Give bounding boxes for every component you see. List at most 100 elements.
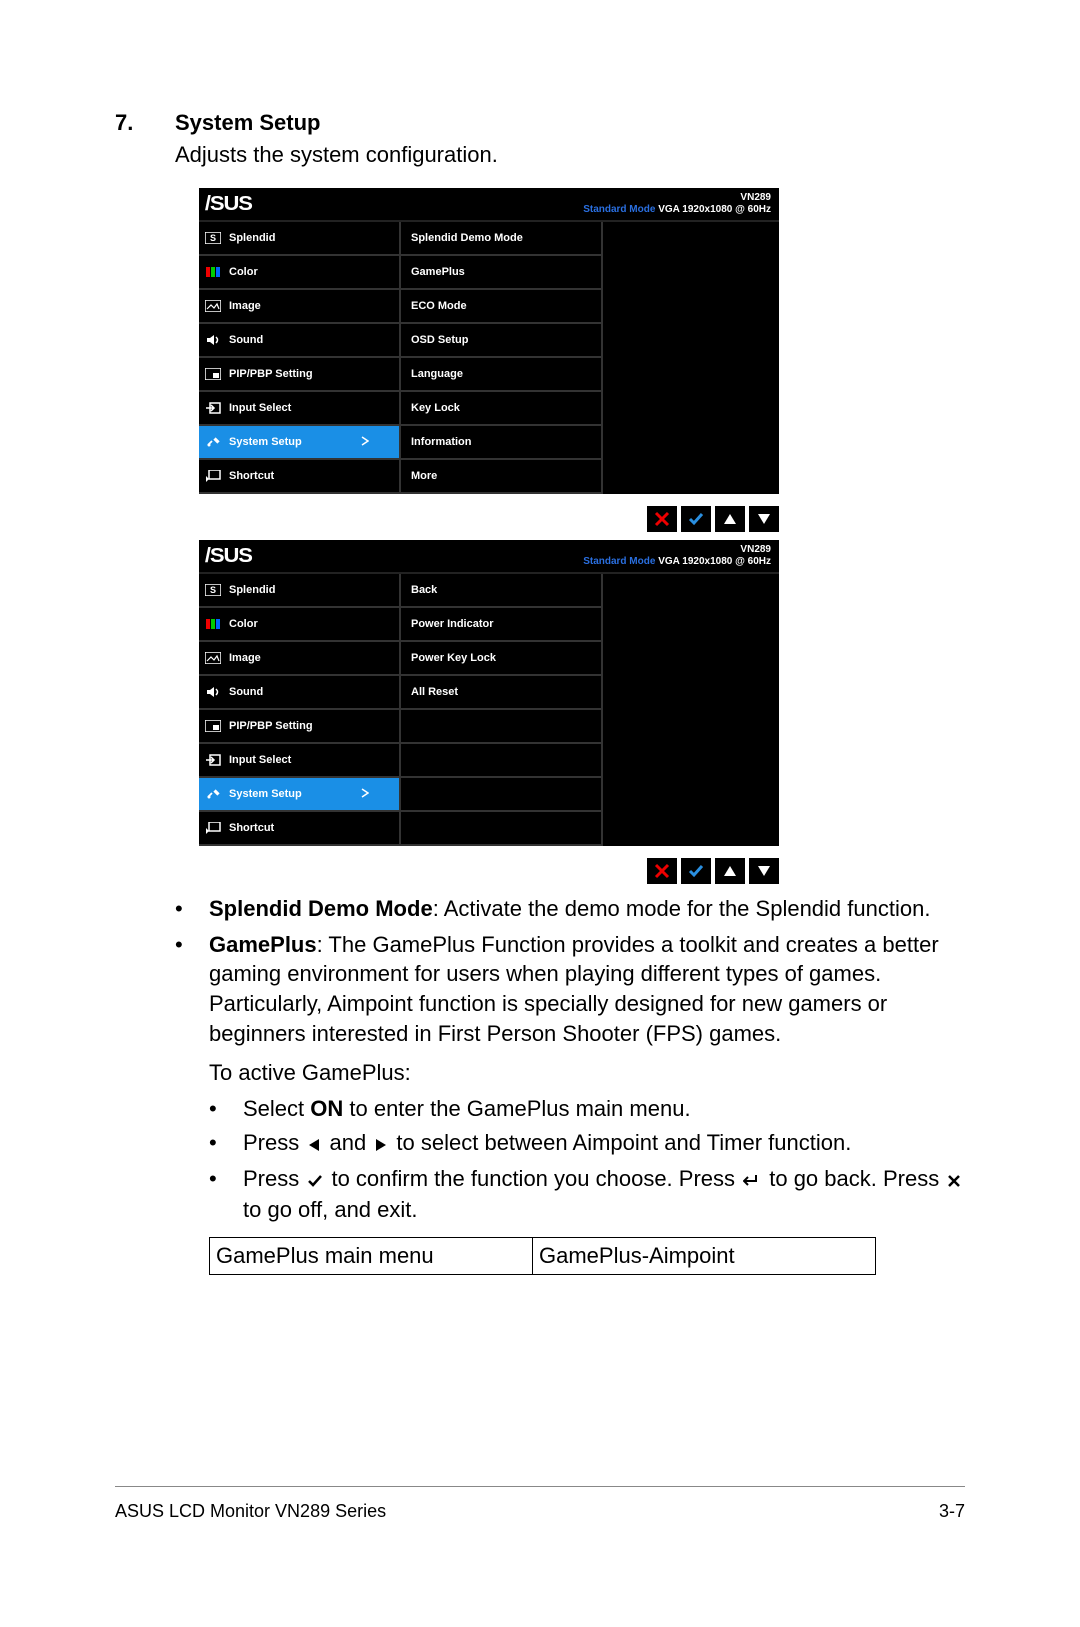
submenu-item-empty bbox=[401, 812, 601, 846]
submenu-item-gameplus: GamePlus bbox=[401, 256, 601, 290]
submenu-item-all-reset: All Reset bbox=[401, 676, 601, 710]
s-icon: S bbox=[205, 584, 221, 596]
menu-item-splendid: S Splendid bbox=[199, 222, 399, 256]
menu-item-label: System Setup bbox=[229, 788, 302, 800]
submenu-item-back: Back bbox=[401, 574, 601, 608]
section-title: System Setup bbox=[175, 110, 321, 136]
submenu-item-language: Language bbox=[401, 358, 601, 392]
menu-item-input-select: Input Select bbox=[199, 744, 399, 778]
menu-item-input-select: Input Select bbox=[199, 392, 399, 426]
menu-item-label: PIP/PBP Setting bbox=[229, 368, 313, 380]
asus-logo: /SUS bbox=[205, 193, 252, 216]
menu-item-system-setup: System Setup bbox=[199, 778, 399, 812]
submenu-item-eco-mode: ECO Mode bbox=[401, 290, 601, 324]
sound-icon bbox=[205, 686, 221, 698]
svg-text:S: S bbox=[210, 233, 216, 243]
check-icon bbox=[681, 858, 711, 884]
menu-item-label: Input Select bbox=[229, 402, 291, 414]
submenu-item-empty bbox=[401, 744, 601, 778]
close-icon bbox=[647, 506, 677, 532]
sub-bullet-press-confirm: • Press to confirm the function you choo… bbox=[209, 1164, 965, 1225]
color-icon bbox=[205, 266, 221, 278]
menu-item-label: Color bbox=[229, 618, 258, 630]
osd-screenshot-2: /SUS VN289 Standard Mode VGA 1920x1080 @… bbox=[199, 540, 965, 884]
model-label: VN289 bbox=[583, 192, 771, 204]
input-icon bbox=[205, 402, 221, 414]
osd-nav-buttons bbox=[199, 506, 779, 532]
sub-bullet-press-arrows: • Press and to select between Aimpoint a… bbox=[209, 1128, 965, 1160]
chevron-right-icon bbox=[361, 788, 369, 801]
back-icon bbox=[743, 1166, 761, 1196]
image-icon bbox=[205, 300, 221, 312]
submenu-item-osd-setup: OSD Setup bbox=[401, 324, 601, 358]
close-icon bbox=[647, 858, 677, 884]
menu-item-label: Splendid bbox=[229, 584, 275, 596]
submenu-item-key-lock: Key Lock bbox=[401, 392, 601, 426]
menu-item-label: Sound bbox=[229, 686, 263, 698]
menu-item-system-setup: System Setup bbox=[199, 426, 399, 460]
submenu-item-splendid-demo-mode: Splendid Demo Mode bbox=[401, 222, 601, 256]
table-cell-aimpoint: GamePlus-Aimpoint bbox=[533, 1237, 876, 1274]
menu-item-sound: Sound bbox=[199, 324, 399, 358]
table-cell-main-menu: GamePlus main menu bbox=[210, 1237, 533, 1274]
chevron-right-icon bbox=[361, 436, 369, 449]
setup-icon bbox=[205, 788, 221, 800]
down-icon bbox=[749, 858, 779, 884]
bullet-gameplus: • GamePlus: The GamePlus Function provid… bbox=[175, 930, 965, 1049]
submenu-item-empty bbox=[401, 710, 601, 744]
left-arrow-icon bbox=[307, 1130, 321, 1160]
menu-item-label: Image bbox=[229, 300, 261, 312]
check-icon bbox=[681, 506, 711, 532]
model-label: VN289 bbox=[583, 544, 771, 556]
check-icon bbox=[307, 1166, 323, 1196]
osd-header-info: VN289 Standard Mode VGA 1920x1080 @ 60Hz bbox=[583, 192, 771, 216]
menu-item-pip-pbp-setting: PIP/PBP Setting bbox=[199, 710, 399, 744]
color-icon bbox=[205, 618, 221, 630]
menu-item-image: Image bbox=[199, 290, 399, 324]
sound-icon bbox=[205, 334, 221, 346]
menu-item-label: PIP/PBP Setting bbox=[229, 720, 313, 732]
shortcut-icon bbox=[205, 822, 221, 834]
shortcut-icon bbox=[205, 470, 221, 482]
menu-item-label: System Setup bbox=[229, 436, 302, 448]
page-footer: ASUS LCD Monitor VN289 Series 3-7 bbox=[115, 1486, 965, 1522]
pip-icon bbox=[205, 720, 221, 732]
submenu-item-power-indicator: Power Indicator bbox=[401, 608, 601, 642]
menu-item-splendid: S Splendid bbox=[199, 574, 399, 608]
sub-bullet-select-on: • Select ON to enter the GamePlus main m… bbox=[209, 1094, 965, 1124]
right-arrow-icon bbox=[374, 1130, 388, 1160]
menu-item-label: Color bbox=[229, 266, 258, 278]
menu-item-label: Splendid bbox=[229, 232, 275, 244]
section-number: 7. bbox=[115, 110, 175, 136]
footer-right: 3-7 bbox=[939, 1501, 965, 1522]
asus-logo: /SUS bbox=[205, 545, 252, 568]
up-icon bbox=[715, 858, 745, 884]
image-icon bbox=[205, 652, 221, 664]
osd-header-info: VN289 Standard Mode VGA 1920x1080 @ 60Hz bbox=[583, 544, 771, 568]
submenu-item-more: More bbox=[401, 460, 601, 494]
menu-item-label: Input Select bbox=[229, 754, 291, 766]
menu-item-label: Sound bbox=[229, 334, 263, 346]
gameplus-intro: To active GamePlus: bbox=[209, 1058, 965, 1088]
menu-item-shortcut: Shortcut bbox=[199, 460, 399, 494]
svg-text:S: S bbox=[210, 585, 216, 595]
menu-item-image: Image bbox=[199, 642, 399, 676]
bullet-splendid-demo: • Splendid Demo Mode: Activate the demo … bbox=[175, 894, 965, 924]
osd-nav-buttons bbox=[199, 858, 779, 884]
menu-item-label: Shortcut bbox=[229, 822, 274, 834]
menu-item-color: Color bbox=[199, 256, 399, 290]
osd-screenshot-1: /SUS VN289 Standard Mode VGA 1920x1080 @… bbox=[199, 188, 965, 532]
submenu-item-information: Information bbox=[401, 426, 601, 460]
down-icon bbox=[749, 506, 779, 532]
menu-item-color: Color bbox=[199, 608, 399, 642]
menu-item-label: Image bbox=[229, 652, 261, 664]
submenu-item-empty bbox=[401, 778, 601, 812]
setup-icon bbox=[205, 436, 221, 448]
pip-icon bbox=[205, 368, 221, 380]
up-icon bbox=[715, 506, 745, 532]
menu-item-label: Shortcut bbox=[229, 470, 274, 482]
s-icon: S bbox=[205, 232, 221, 244]
footer-left: ASUS LCD Monitor VN289 Series bbox=[115, 1501, 386, 1522]
close-icon bbox=[947, 1166, 961, 1196]
section-description: Adjusts the system configuration. bbox=[175, 142, 965, 168]
